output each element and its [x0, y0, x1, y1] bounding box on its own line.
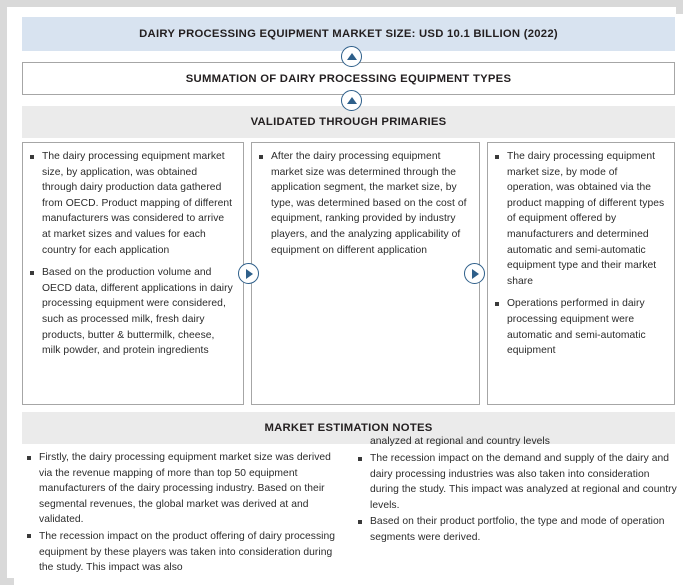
list-item: The dairy processing equipment market si…: [494, 149, 666, 289]
triangle-right-glyph: [246, 268, 253, 279]
triangle-up-glyph: [346, 97, 357, 104]
list-item-continuation: analyzed at regional and country levels: [370, 436, 550, 448]
bullet-list: Firstly, the dairy processing equipment …: [26, 450, 346, 576]
triangle-up-icon-1: [341, 46, 362, 67]
triangle-up-glyph: [346, 53, 357, 60]
list-item: The recession impact on the product offe…: [26, 529, 346, 576]
methodology-column-application: The dairy processing equipment market si…: [22, 142, 244, 405]
list-item: The dairy processing equipment market si…: [29, 149, 235, 258]
bullet-list: analyzed at regional and country levels …: [357, 434, 677, 545]
methodology-column-mode-of-operation: The dairy processing equipment market si…: [487, 142, 675, 405]
bullet-list: The dairy processing equipment market si…: [494, 149, 666, 359]
triangle-up-icon-2: [341, 90, 362, 111]
list-item: Firstly, the dairy processing equipment …: [26, 450, 346, 528]
triangle-right-icon-2: [464, 263, 485, 284]
list-item: Based on their product portfolio, the ty…: [357, 514, 677, 545]
bullet-list: After the dairy processing equipment mar…: [258, 149, 471, 258]
list-item: After the dairy processing equipment mar…: [258, 149, 471, 258]
outer-frame: DAIRY PROCESSING EQUIPMENT MARKET SIZE: …: [0, 0, 683, 585]
market-estimation-notes-body: Firstly, the dairy processing equipment …: [22, 436, 677, 582]
list-item: Based on the production volume and OECD …: [29, 265, 235, 359]
methodology-column-type: After the dairy processing equipment mar…: [251, 142, 480, 405]
notes-column-left: Firstly, the dairy processing equipment …: [26, 450, 346, 577]
notes-column-right: analyzed at regional and country levels …: [357, 436, 677, 547]
diagram-canvas: DAIRY PROCESSING EQUIPMENT MARKET SIZE: …: [14, 14, 683, 585]
list-item: The recession impact on the demand and s…: [357, 451, 677, 513]
triangle-right-glyph: [472, 268, 479, 279]
triangle-right-icon-1: [238, 263, 259, 284]
bullet-list: The dairy processing equipment market si…: [29, 149, 235, 359]
list-item: Operations performed in dairy processing…: [494, 296, 666, 358]
